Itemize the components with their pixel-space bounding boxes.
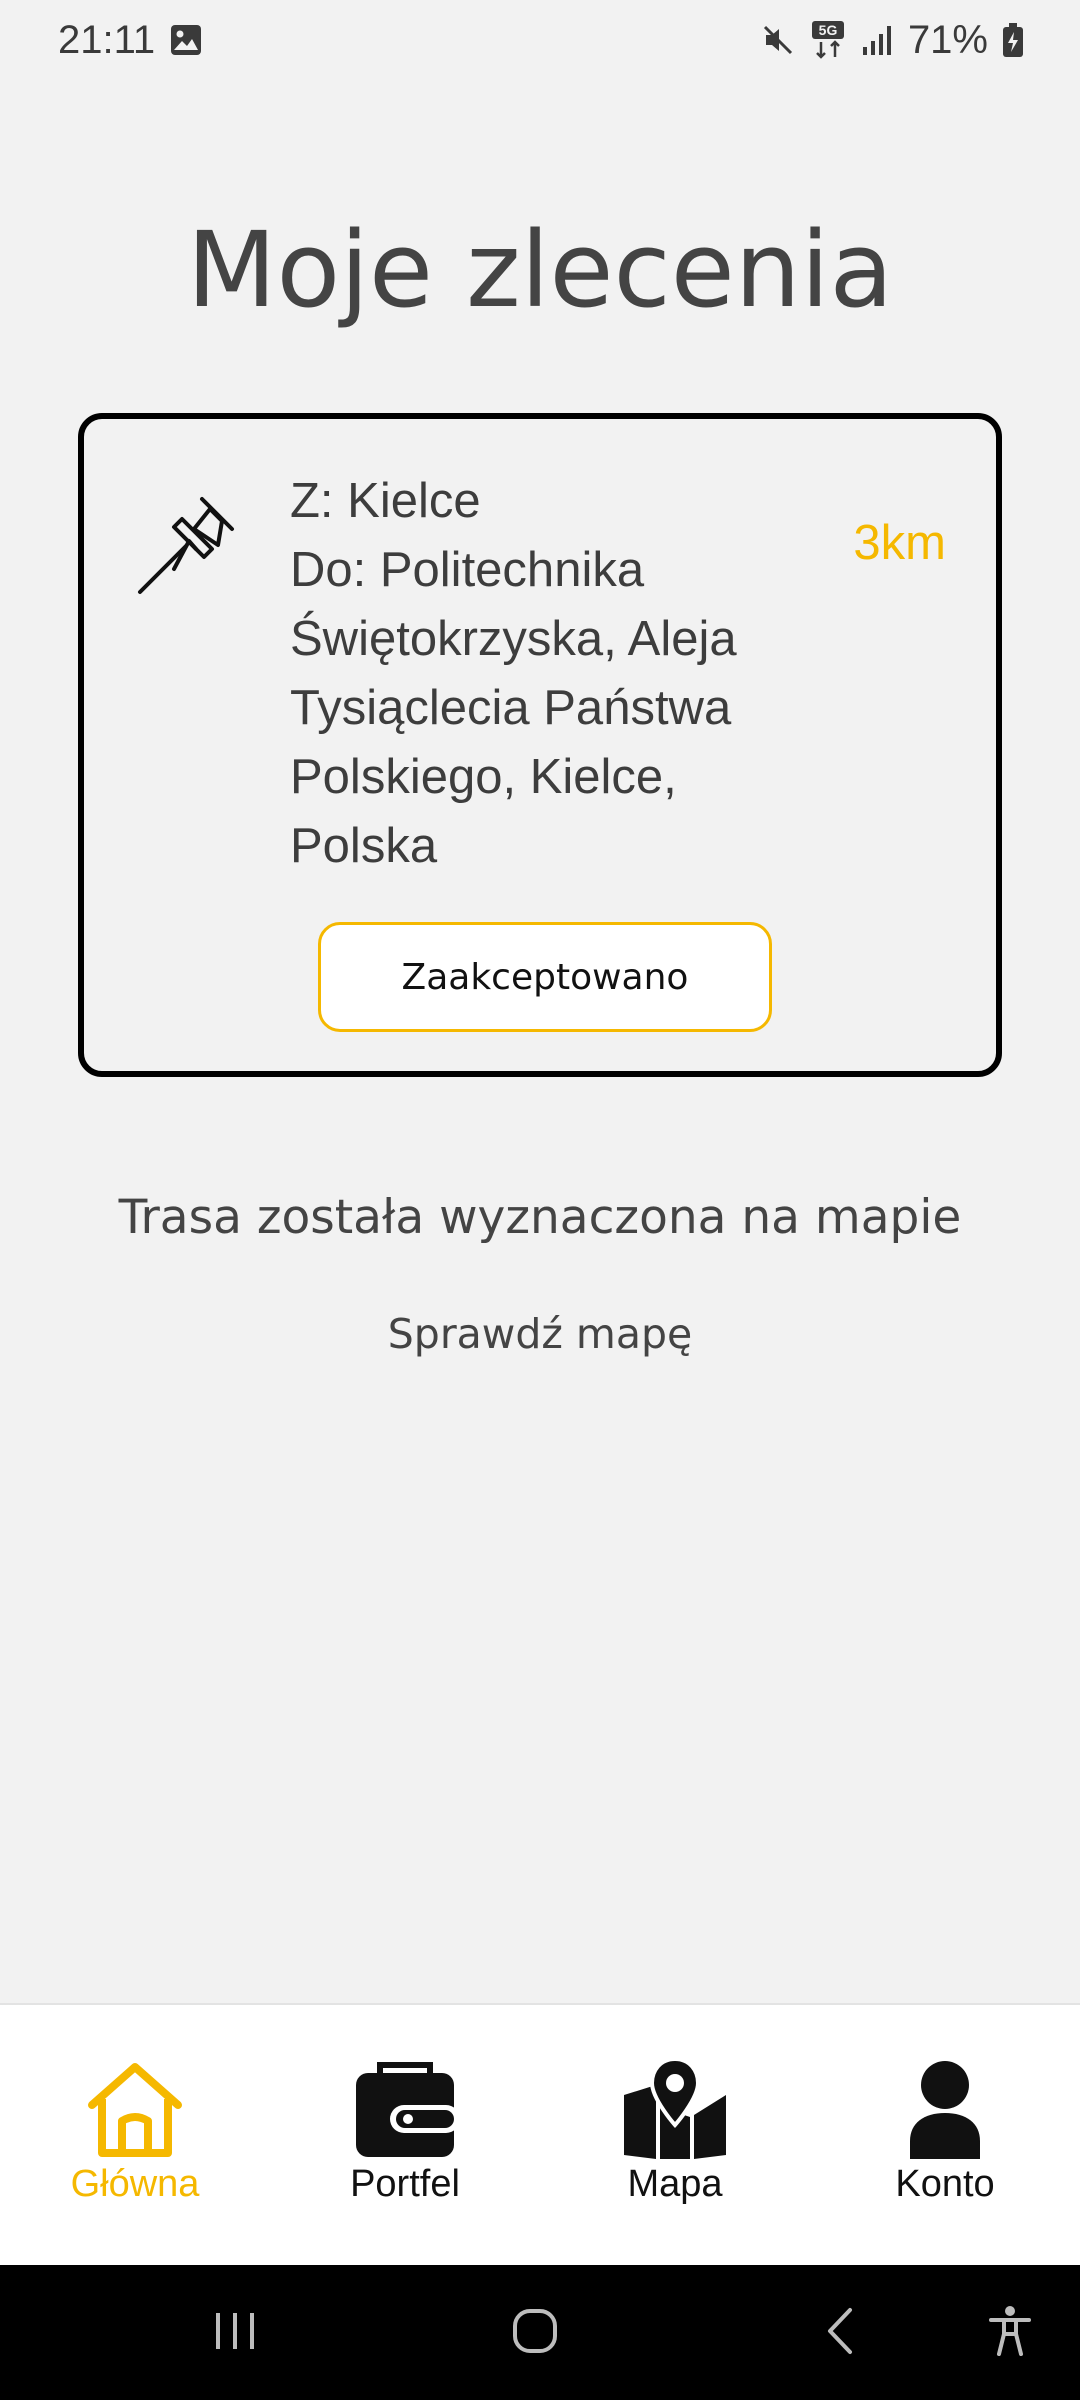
battery-icon <box>1002 22 1024 58</box>
status-bar: 21:11 5G 71% <box>0 0 1080 80</box>
app-screen: 21:11 5G 71% Moje zlecenia Z: Kielce Do:… <box>0 0 1080 2400</box>
gallery-icon <box>169 23 203 57</box>
status-bar-left: 21:11 <box>58 18 203 63</box>
bottom-navigation: Główna Portfel Mapa Konto <box>0 2003 1080 2265</box>
home-icon <box>80 2055 190 2165</box>
home-circle-icon <box>510 2306 560 2360</box>
battery-percentage: 71% <box>907 17 988 62</box>
signal-icon <box>860 23 894 57</box>
map-icon <box>620 2055 730 2165</box>
check-map-link[interactable]: Sprawdź mapę <box>0 1310 1080 1358</box>
account-icon <box>890 2055 1000 2165</box>
order-distance: 3km <box>853 516 946 570</box>
5g-icon: 5G <box>810 20 846 60</box>
nav-item-mapa[interactable]: Mapa <box>540 2005 810 2265</box>
page-title: Moje zlecenia <box>186 209 894 331</box>
svg-text:5G: 5G <box>819 22 838 38</box>
nav-item-portfel[interactable]: Portfel <box>270 2005 540 2265</box>
pushpin-icon <box>134 489 244 599</box>
accessibility-icon <box>987 2304 1033 2362</box>
status-bar-right: 5G 71% <box>760 18 1024 63</box>
nav-label-konto: Konto <box>895 2163 995 2205</box>
nav-item-glowna[interactable]: Główna <box>0 2005 270 2265</box>
accepted-status-button[interactable]: Zaakceptowano <box>318 922 772 1032</box>
recent-apps-icon <box>210 2309 260 2357</box>
nav-label-mapa: Mapa <box>627 2163 723 2205</box>
order-to: Do: Politechnika Świętokrzyska, Aleja Ty… <box>290 543 737 873</box>
back-button[interactable] <box>795 2265 885 2400</box>
wallet-icon <box>350 2055 460 2165</box>
accessibility-button[interactable] <box>965 2265 1055 2400</box>
system-navigation-bar <box>0 2265 1080 2400</box>
order-addresses: Z: Kielce Do: Politechnika Świętokrzyska… <box>290 467 780 881</box>
route-info-text: Trasa została wyznaczona na mapie <box>118 1190 962 1245</box>
nav-item-konto[interactable]: Konto <box>810 2005 1080 2265</box>
home-button[interactable] <box>490 2265 580 2400</box>
nav-label-portfel: Portfel <box>350 2163 460 2205</box>
nav-label-glowna: Główna <box>70 2163 200 2205</box>
back-icon <box>820 2306 860 2360</box>
order-from: Z: Kielce <box>290 474 481 528</box>
recent-apps-button[interactable] <box>190 2265 280 2400</box>
status-time: 21:11 <box>58 17 156 62</box>
order-card[interactable]: Z: Kielce Do: Politechnika Świętokrzyska… <box>78 413 1002 1077</box>
mute-icon <box>760 22 796 58</box>
